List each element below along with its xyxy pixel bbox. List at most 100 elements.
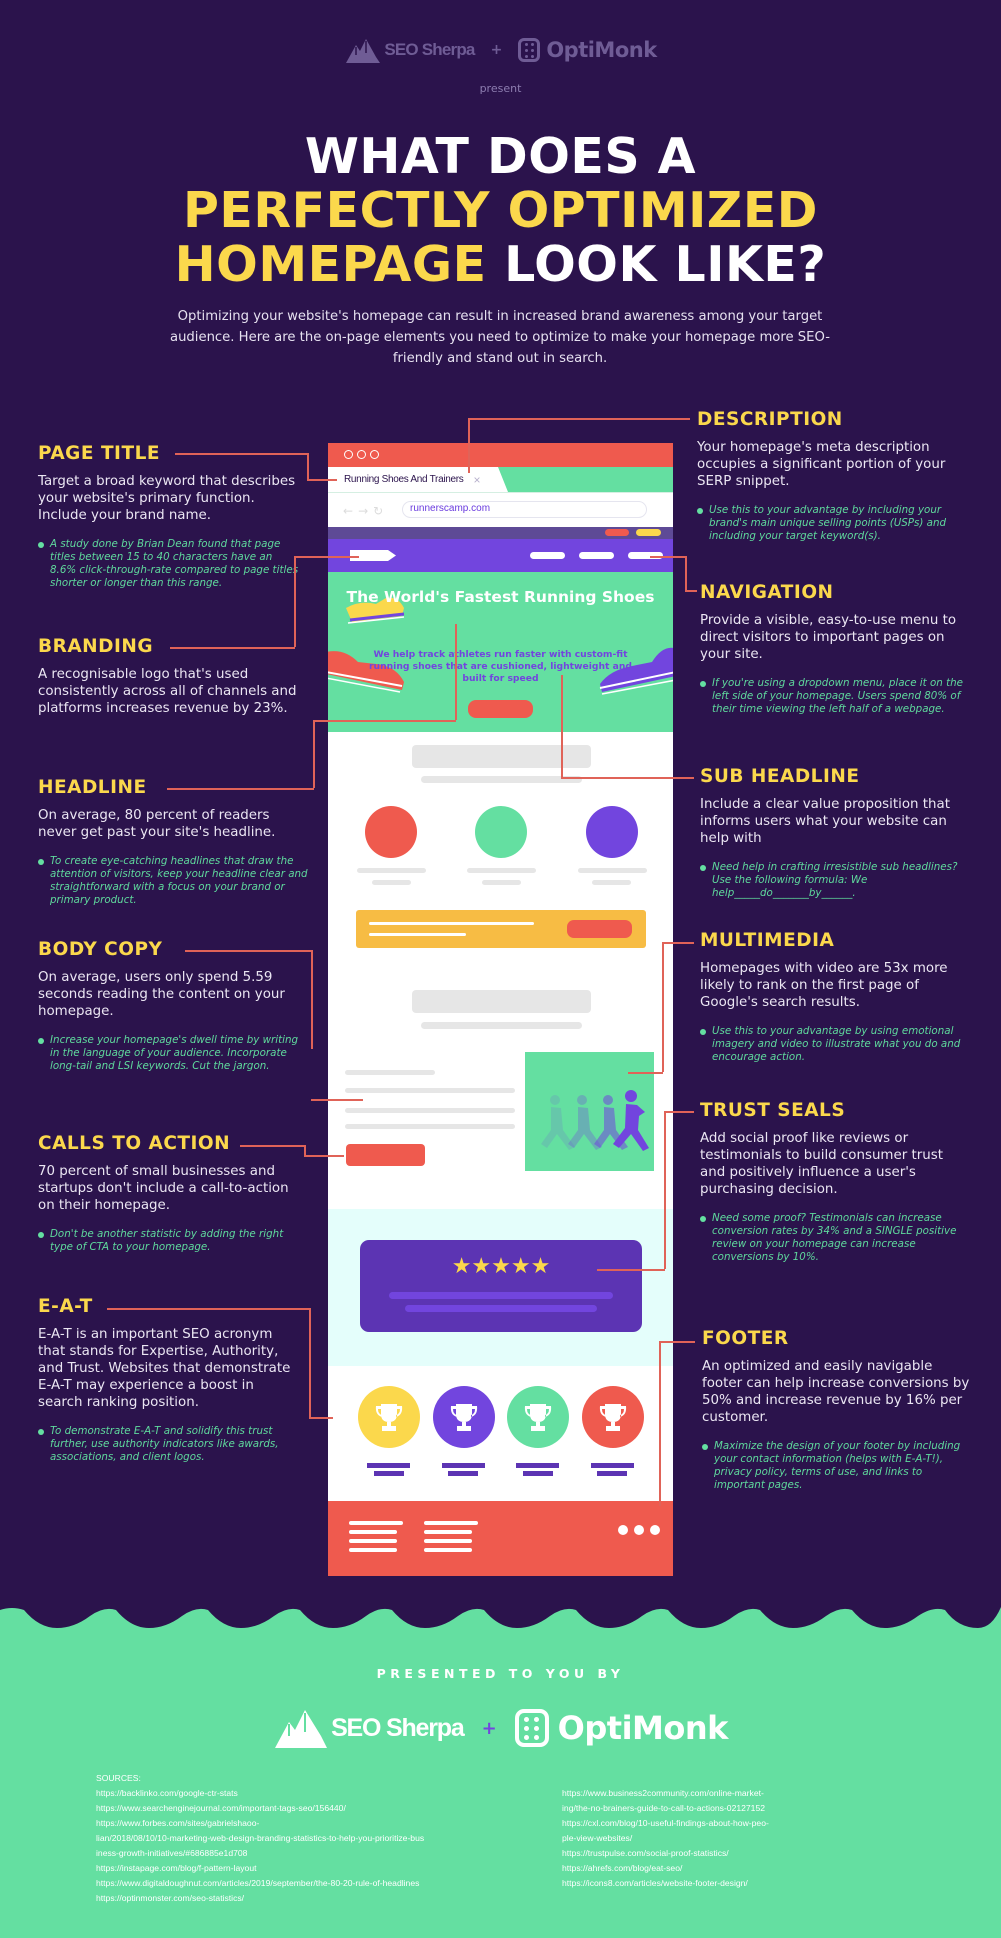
placeholder-line xyxy=(467,868,536,873)
placeholder-heading xyxy=(412,745,591,768)
header-logos: SEO Sherpa + OptiMonk xyxy=(0,30,1001,70)
source-link[interactable]: https://backlinko.com/google-ctr-stats xyxy=(96,1786,516,1801)
body-cta-button[interactable] xyxy=(346,1144,425,1166)
sources-label: SOURCES: xyxy=(96,1773,141,1783)
hero-subheadline: We help track athletes run faster with c… xyxy=(369,649,632,684)
close-icon[interactable]: × xyxy=(474,473,481,487)
title-line-2: PERFECTLY OPTIMIZED xyxy=(183,182,818,239)
window-dot-icon[interactable] xyxy=(344,450,353,459)
page-title: WHAT DOES A PERFECTLY OPTIMIZED HOMEPAGE… xyxy=(0,130,1001,292)
footer-link[interactable] xyxy=(424,1521,478,1525)
section-tip: To create eye-catching headlines that dr… xyxy=(38,855,308,907)
section-heading: NAVIGATION xyxy=(700,582,834,603)
topbar-pill-red[interactable] xyxy=(605,529,629,536)
source-link[interactable]: ing/the-no-brainers-guide-to-call-to-act… xyxy=(562,1801,862,1816)
cta-banner xyxy=(356,910,646,948)
browser-tab[interactable]: Running Shoes And Trainers × xyxy=(328,467,508,492)
rating-stars: ★★★★★ xyxy=(451,1254,551,1279)
placeholder-heading xyxy=(412,990,591,1013)
source-link[interactable]: https://www.business2community.com/onlin… xyxy=(562,1786,862,1801)
mountain-icon xyxy=(275,1710,328,1748)
award-badge xyxy=(358,1386,420,1448)
bullet-icon xyxy=(697,508,703,514)
multimedia-block[interactable] xyxy=(525,1052,654,1171)
optimonk-logo: OptiMonk xyxy=(518,38,657,62)
award-badge xyxy=(433,1386,495,1448)
browser-tabbar: Running Shoes And Trainers × xyxy=(328,467,673,492)
optimonk-wordmark: OptiMonk xyxy=(546,38,657,62)
sources-right: https://www.business2community.com/onlin… xyxy=(562,1786,862,1891)
footer-link[interactable] xyxy=(349,1548,397,1552)
footer-link[interactable] xyxy=(424,1530,472,1534)
section-tip: Maximize the design of your footer by in… xyxy=(702,1440,972,1492)
section-tip: Increase your homepage's dwell time by w… xyxy=(38,1034,308,1073)
section-tip: Need help in crafting irresistible sub h… xyxy=(700,861,970,900)
feature-circle-green xyxy=(475,806,527,858)
section-heading: FOOTER xyxy=(702,1328,789,1349)
footer-link[interactable] xyxy=(349,1539,397,1543)
social-dot-icon[interactable] xyxy=(650,1525,660,1535)
feature-circle-purple xyxy=(586,806,638,858)
browser-mockup: Running Shoes And Trainers × ← → ↻ runne… xyxy=(328,443,673,1576)
bullet-icon xyxy=(700,681,706,687)
window-dot-icon[interactable] xyxy=(357,450,366,459)
title-line-3-yellow: HOMEPAGE xyxy=(174,236,487,293)
presented-by-label: PRESENTED TO YOU BY xyxy=(376,1666,625,1681)
placeholder-line xyxy=(592,880,631,885)
source-link[interactable]: https://ahrefs.com/blog/eat-seo/ xyxy=(562,1861,862,1876)
award-badge xyxy=(507,1386,569,1448)
nav-menu-item[interactable] xyxy=(530,552,565,559)
back-arrow-icon[interactable]: ← xyxy=(343,504,353,518)
optimonk-logo: OptiMonk xyxy=(514,1709,729,1747)
footer-link[interactable] xyxy=(424,1548,472,1552)
placeholder-line xyxy=(372,880,411,885)
section-body-copy: BODY COPY On average, users only spend 5… xyxy=(38,939,308,1073)
section-body: E-A-T is an important SEO acronym that s… xyxy=(38,1327,291,1410)
hero-cta-button[interactable] xyxy=(468,700,533,718)
source-link[interactable]: https://trustpulse.com/social-proof-stat… xyxy=(562,1846,862,1861)
source-link[interactable]: https://cxl.com/blog/10-useful-findings-… xyxy=(562,1816,862,1831)
bullet-icon xyxy=(38,542,44,548)
bullet-icon xyxy=(38,1232,44,1238)
footer-link[interactable] xyxy=(349,1530,397,1534)
placeholder-line xyxy=(357,868,426,873)
topbar-pill-yellow[interactable] xyxy=(636,529,661,536)
url-input[interactable]: runnerscamp.com xyxy=(402,501,647,518)
section-tip: Use this to your advantage by using emot… xyxy=(700,1025,970,1064)
source-link[interactable]: ple-view-websites/ xyxy=(562,1831,862,1846)
section-heading: TRUST SEALS xyxy=(700,1100,846,1121)
placeholder-line xyxy=(345,1124,515,1129)
source-link[interactable]: https://www.digitaldoughnut.com/articles… xyxy=(96,1876,516,1891)
nav-menu-item[interactable] xyxy=(579,552,614,559)
feature-circle-red xyxy=(365,806,417,858)
section-navigation: NAVIGATION Provide a visible, easy-to-us… xyxy=(700,582,970,716)
hero-headline: The World's Fastest Running Shoes xyxy=(346,588,655,606)
site-navigation xyxy=(328,539,673,572)
placeholder-line xyxy=(345,1088,515,1093)
source-link[interactable]: https://www.forbes.com/sites/gabrielshao… xyxy=(96,1816,516,1831)
source-link[interactable]: https://instapage.com/blog/f-pattern-lay… xyxy=(96,1861,516,1876)
reload-icon[interactable]: ↻ xyxy=(373,504,383,518)
cta-banner-button[interactable] xyxy=(567,920,632,938)
source-link[interactable]: iness-growth-initiatives/#686885e1d708 xyxy=(96,1846,516,1861)
section-tip: A study done by Brian Dean found that pa… xyxy=(38,538,300,590)
optimonk-wordmark: OptiMonk xyxy=(557,1709,729,1747)
section-body: Include a clear value proposition that i… xyxy=(700,797,950,846)
forward-arrow-icon[interactable]: → xyxy=(358,504,368,518)
footer-link[interactable] xyxy=(349,1521,403,1525)
address-bar: ← → ↻ runnerscamp.com xyxy=(328,492,673,527)
footer-link[interactable] xyxy=(424,1539,472,1543)
social-dot-icon[interactable] xyxy=(618,1525,628,1535)
section-heading: DESCRIPTION xyxy=(697,409,843,430)
site-topbar xyxy=(328,527,673,539)
source-link[interactable]: https://optinmonster.com/seo-statistics/ xyxy=(96,1891,516,1906)
mountain-icon xyxy=(346,39,381,63)
social-dot-icon[interactable] xyxy=(634,1525,644,1535)
source-link[interactable]: https://www.searchenginejournal.com/impo… xyxy=(96,1801,516,1816)
source-link[interactable]: https://icons8.com/articles/website-foot… xyxy=(562,1876,862,1891)
trophy-icon xyxy=(599,1404,627,1431)
window-dot-icon[interactable] xyxy=(370,450,379,459)
optimonk-icon xyxy=(514,1709,549,1747)
source-link[interactable]: lian/2018/08/10/10-marketing-web-design-… xyxy=(96,1831,516,1846)
section-body: Homepages with video are 53x more likely… xyxy=(700,961,948,1010)
